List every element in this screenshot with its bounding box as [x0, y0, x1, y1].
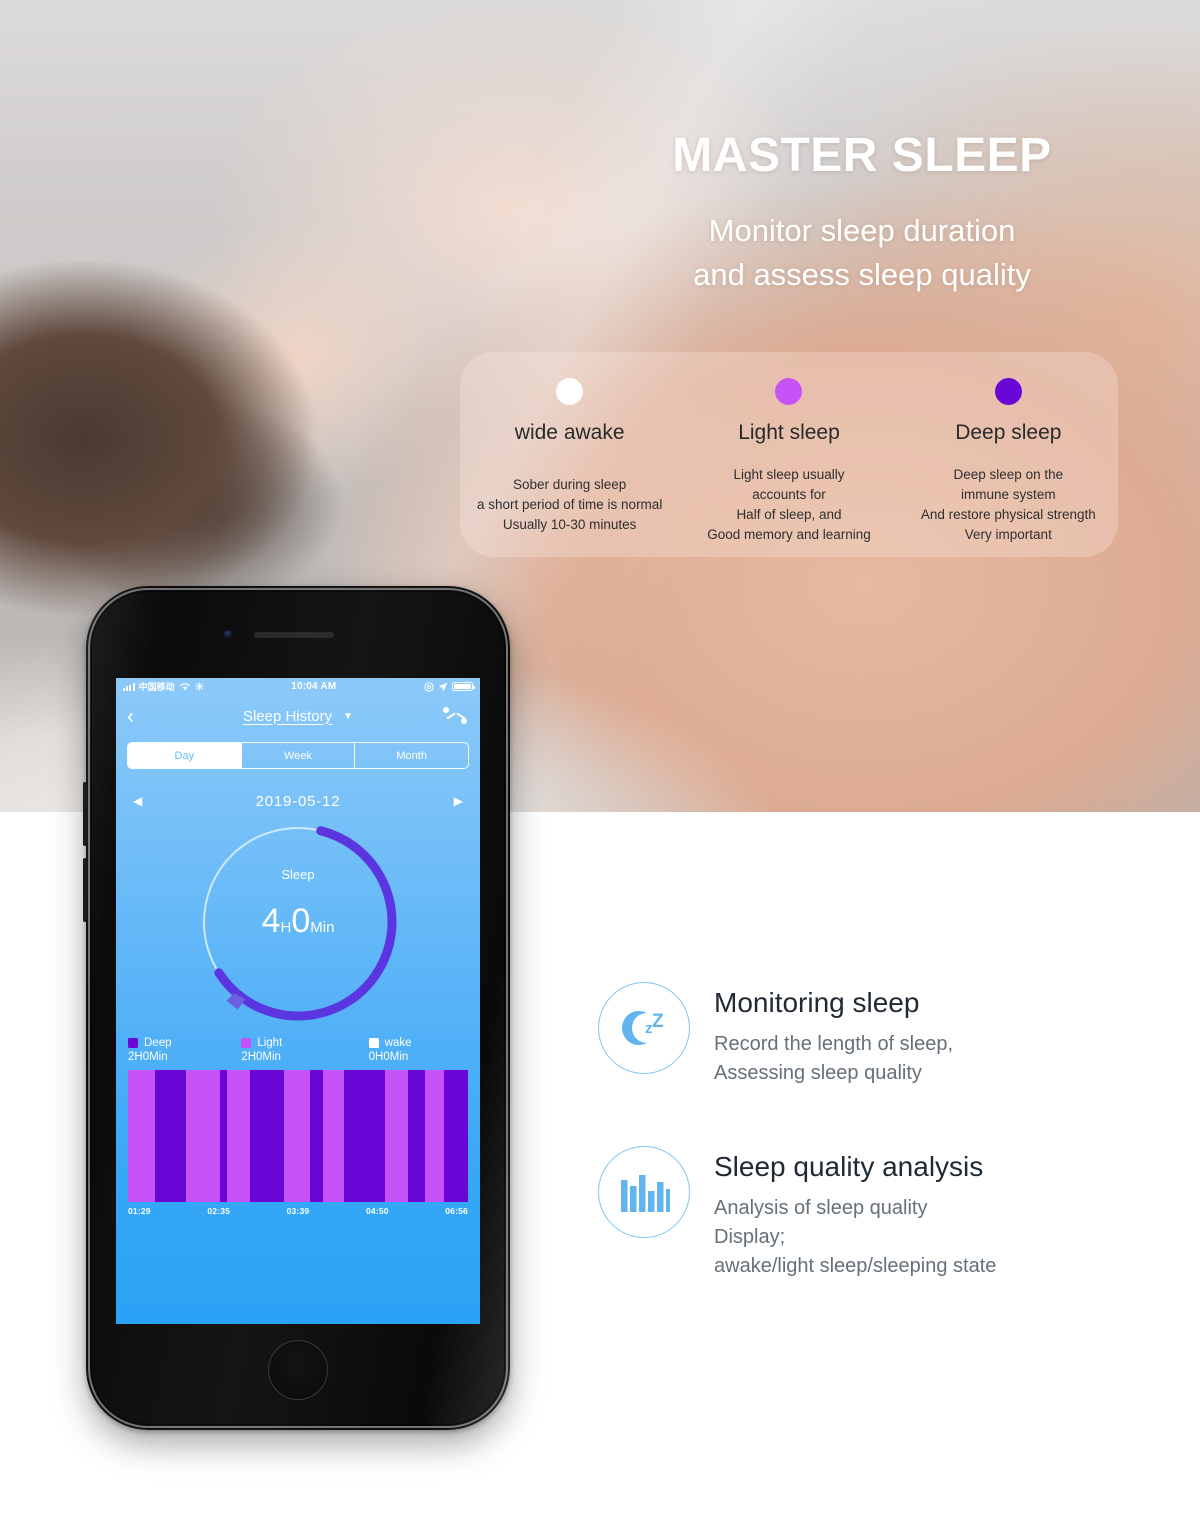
feature-title: Monitoring sleep: [714, 987, 920, 1018]
wide-awake-dot-icon: [556, 378, 584, 405]
prev-day-button[interactable]: ◀: [133, 794, 142, 808]
current-date: 2019-05-12: [255, 792, 341, 810]
stage-legend: Deep 2H0Min Light 2H0Min wake 0H0Min: [116, 1032, 480, 1063]
wake-label: wake: [384, 1037, 412, 1049]
stage-segment-deep[interactable]: [444, 1070, 468, 1202]
sleep-pillow-icon: z: [226, 989, 246, 1010]
page-subtitle: Monitor sleep duration and assess sleep …: [693, 212, 1031, 292]
stage-segment-deep[interactable]: [250, 1070, 285, 1202]
stage-segment-deep[interactable]: [408, 1070, 426, 1202]
axis-tick: 01:29: [128, 1206, 151, 1216]
moon-zzz-icon: z Z: [598, 982, 690, 1074]
stage-segment-deep[interactable]: [219, 1070, 227, 1202]
battery-icon: [452, 681, 475, 692]
legend-description: Deep sleep on the immune system And rest…: [920, 467, 1096, 542]
legend-label: Light sleep: [738, 421, 840, 444]
tab-month[interactable]: Month: [355, 743, 468, 768]
sleep-hours-unit: H: [280, 919, 292, 936]
volume-up-button[interactable]: [83, 782, 87, 846]
alarm-icon: [194, 682, 204, 691]
legend-item-deep-sleep: Deep sleep Deep sleep on the immune syst…: [899, 352, 1118, 557]
stage-segment-deep[interactable]: [155, 1070, 186, 1202]
legend-wake: wake 0H0Min: [341, 1037, 468, 1063]
stage-segment-light[interactable]: [284, 1070, 310, 1202]
svg-text:z: z: [238, 989, 241, 995]
stage-segment-light[interactable]: [128, 1070, 156, 1202]
axis-tick: 03:39: [286, 1206, 310, 1216]
feature-title: Sleep quality analysis: [714, 1151, 984, 1182]
chart-time-axis: 01:29 02:35 03:39 04:50 06:56: [128, 1206, 468, 1216]
home-button[interactable]: [268, 1340, 328, 1400]
bar-chart-icon: [598, 1146, 690, 1238]
alarm-clock-icon: [424, 681, 434, 692]
sleep-minutes-unit: Min: [310, 919, 335, 936]
stage-segment-light[interactable]: [185, 1070, 220, 1202]
legend-description: Light sleep usually accounts for Half of…: [707, 467, 871, 542]
axis-tick: 04:50: [365, 1206, 389, 1216]
period-tabs: Day Week Month: [127, 742, 469, 769]
stage-segment-light[interactable]: [384, 1070, 409, 1202]
phone-mockup: 中国移动 10:04 AM ‹ Sleep History ▼ Day Week…: [83, 586, 510, 1430]
legend-label: Deep sleep: [955, 421, 1062, 444]
svg-text:Z: Z: [652, 1011, 664, 1032]
wake-value: 0H0Min: [368, 1051, 409, 1063]
ring-label: Sleep: [281, 867, 315, 882]
deep-label: Deep: [144, 1037, 172, 1049]
sleep-hours: 4: [261, 902, 281, 940]
feature-description: Analysis of sleep quality Display; awake…: [714, 1196, 997, 1278]
stage-segment-deep[interactable]: [309, 1070, 324, 1202]
hero-headline-block: MASTER SLEEP Monitor sleep duration and …: [602, 129, 1122, 297]
page-title: MASTER SLEEP: [672, 129, 1052, 182]
legend-description: Sober during sleep a short period of tim…: [476, 477, 663, 532]
wifi-icon: [179, 683, 190, 691]
light-sleep-dot-icon: [775, 378, 803, 405]
feature-monitoring-sleep: z Z Monitoring sleep Record the length o…: [598, 982, 1158, 1088]
signal-bars-icon: [123, 683, 135, 691]
share-nodes-icon[interactable]: [443, 707, 469, 725]
deep-value: 2H0Min: [128, 1051, 168, 1063]
sleep-duration: 4H0Min: [116, 902, 480, 941]
light-swatch-icon: [241, 1038, 252, 1048]
screen-title[interactable]: Sleep History: [243, 708, 332, 725]
status-time: 10:04 AM: [291, 681, 337, 692]
sleep-stage-chart: 01:29 02:35 03:39 04:50 06:56: [128, 1070, 468, 1216]
wake-swatch-icon: [368, 1038, 379, 1048]
stage-segment-light[interactable]: [425, 1070, 445, 1202]
feature-sleep-quality-analysis: Sleep quality analysis Analysis of sleep…: [598, 1146, 1158, 1282]
deep-swatch-icon: [128, 1038, 138, 1048]
sleep-ring-widget: Sleep 4H0Min z: [116, 817, 480, 1032]
stage-segment-light[interactable]: [226, 1070, 251, 1202]
sleep-states-card: wide awake Sober during sleep a short pe…: [460, 352, 1118, 557]
stage-segment-light[interactable]: [323, 1070, 344, 1202]
page-root: MASTER SLEEP Monitor sleep duration and …: [0, 0, 1200, 1538]
legend-item-light-sleep: Light sleep Light sleep usually accounts…: [679, 352, 898, 557]
sleep-minutes: 0: [291, 902, 311, 940]
status-bar: 中国移动 10:04 AM: [116, 678, 480, 695]
tab-day[interactable]: Day: [128, 743, 242, 768]
axis-tick: 06:56: [445, 1206, 468, 1216]
app-navbar: ‹ Sleep History ▼: [116, 695, 480, 737]
stage-bars[interactable]: [128, 1070, 468, 1202]
sleep-ring-readout: Sleep 4H0Min: [116, 867, 480, 941]
legend-deep: Deep 2H0Min: [128, 1037, 227, 1063]
volume-down-button[interactable]: [83, 858, 87, 922]
legend-item-wide-awake: wide awake Sober during sleep a short pe…: [460, 352, 679, 557]
caret-down-icon[interactable]: ▼: [343, 711, 353, 722]
light-label: Light: [257, 1037, 283, 1049]
location-arrow-icon: [438, 682, 448, 691]
tab-week[interactable]: Week: [242, 743, 356, 768]
deep-sleep-dot-icon: [994, 378, 1022, 405]
legend-label: wide awake: [514, 421, 625, 444]
carrier-label: 中国移动: [138, 682, 175, 692]
stage-segment-deep[interactable]: [343, 1070, 385, 1202]
axis-tick: 02:35: [207, 1206, 231, 1216]
legend-light: Light 2H0Min: [227, 1037, 340, 1063]
earpiece-speaker: [254, 632, 334, 638]
front-camera-icon: [224, 630, 233, 639]
phone-screen: 中国移动 10:04 AM ‹ Sleep History ▼ Day Week…: [116, 678, 480, 1324]
next-day-button[interactable]: ▶: [454, 794, 463, 808]
light-value: 2H0Min: [241, 1051, 281, 1063]
date-navigator: ◀ 2019-05-12 ▶: [116, 789, 480, 813]
feature-description: Record the length of sleep, Assessing sl…: [714, 1032, 954, 1084]
